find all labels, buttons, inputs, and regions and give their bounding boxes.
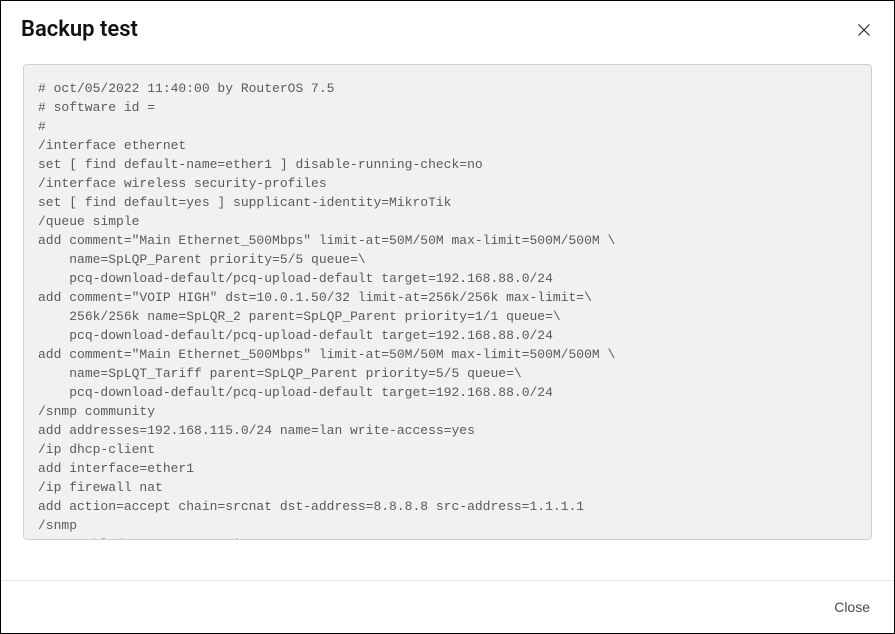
close-button[interactable]: Close — [832, 595, 872, 619]
backup-modal: Backup test # oct/05/2022 11:40:00 by Ro… — [0, 0, 895, 634]
close-icon[interactable] — [854, 20, 874, 40]
modal-footer: Close — [1, 580, 894, 633]
config-text: # oct/05/2022 11:40:00 by RouterOS 7.5 #… — [38, 79, 861, 540]
modal-title: Backup test — [21, 17, 138, 42]
modal-header: Backup test — [1, 1, 894, 52]
content-area: # oct/05/2022 11:40:00 by RouterOS 7.5 #… — [1, 52, 894, 566]
config-code-box[interactable]: # oct/05/2022 11:40:00 by RouterOS 7.5 #… — [23, 64, 872, 540]
